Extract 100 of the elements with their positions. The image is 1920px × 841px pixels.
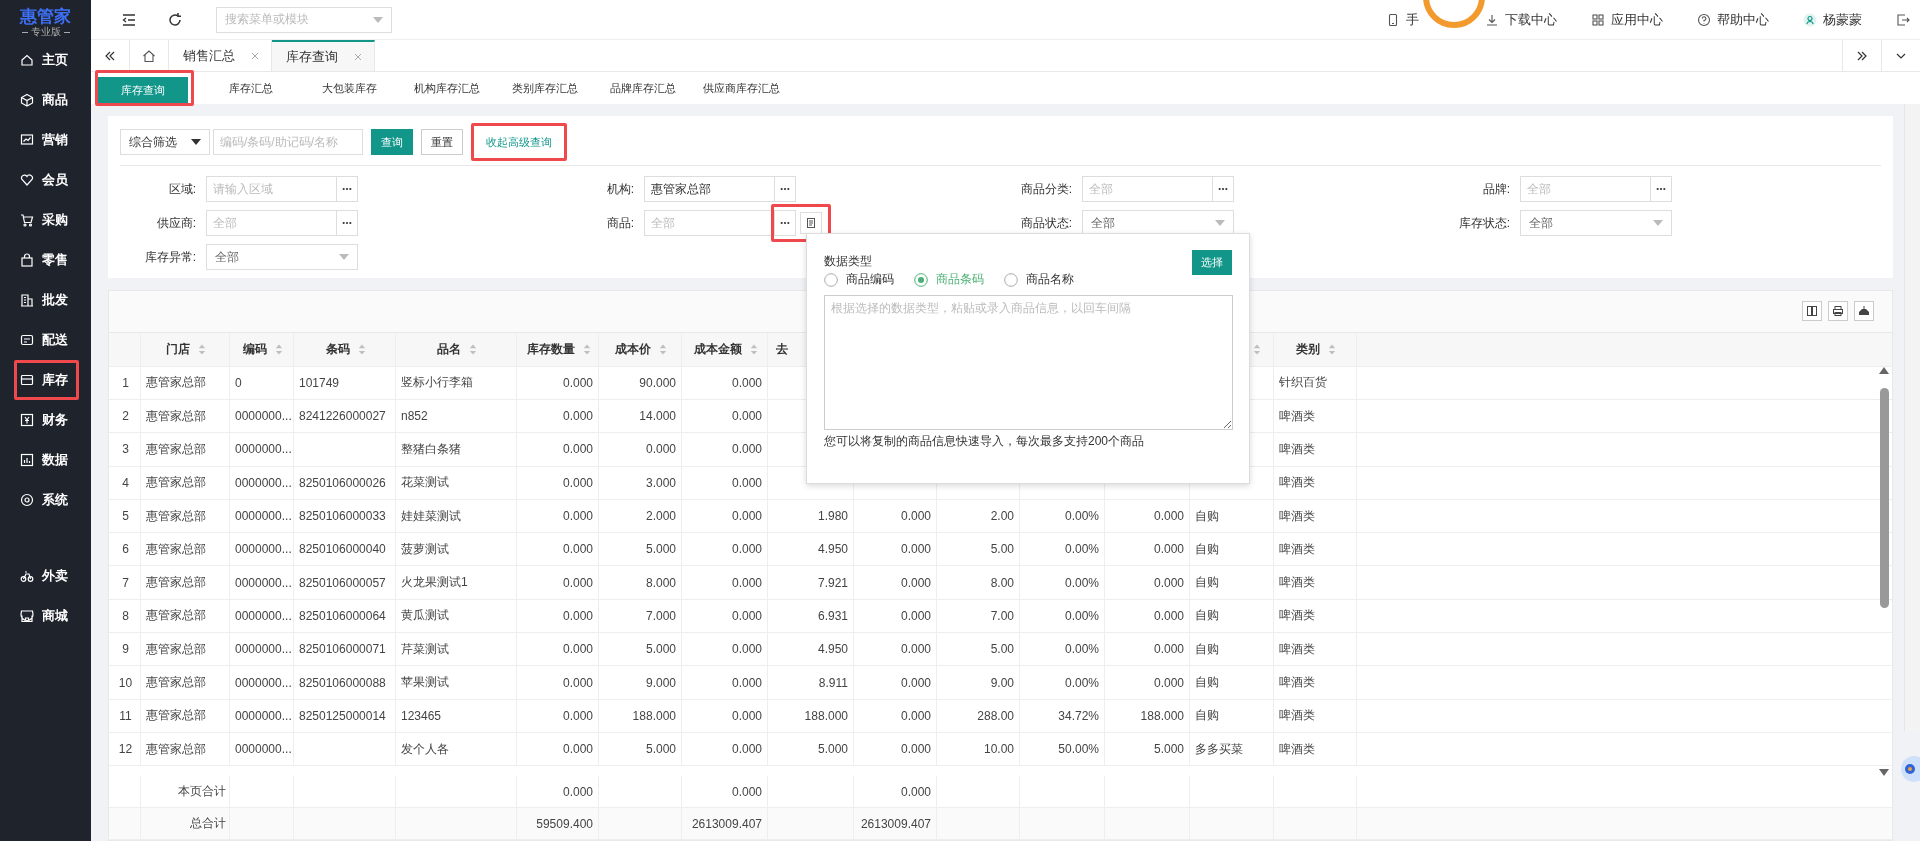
radio-icon[interactable] [914, 272, 928, 287]
sidebar-item[interactable]: 主页 [0, 40, 82, 80]
input-field[interactable]: 全部 [644, 210, 774, 236]
sidebar-item[interactable]: 商城 [0, 596, 82, 636]
column-header[interactable]: 品名 [437, 340, 461, 358]
table-cell: 自购 [1190, 633, 1274, 666]
assistant-icon[interactable] [1900, 755, 1920, 783]
top-link[interactable]: 手 [1386, 10, 1419, 29]
column-header[interactable]: 成本金额 [693, 340, 742, 358]
logout-icon[interactable] [1896, 12, 1910, 27]
radio-icon[interactable] [824, 272, 838, 287]
radio-label[interactable]: 商品名称 [1026, 271, 1074, 288]
arrow-down-icon[interactable] [1879, 769, 1889, 776]
table-cell: 8.911 [768, 666, 854, 699]
more-button[interactable] [774, 176, 796, 202]
subtab[interactable]: 机构库存汇总 [398, 75, 496, 101]
select-field[interactable]: 全部 [1520, 210, 1672, 236]
sidebar-item[interactable]: 配送 [0, 320, 82, 360]
scroll-right-button[interactable] [1842, 40, 1882, 71]
close-icon[interactable] [354, 52, 362, 61]
export-button[interactable] [1854, 301, 1874, 322]
close-icon[interactable] [251, 51, 259, 60]
inbox-icon [20, 373, 34, 387]
print-button[interactable] [1828, 301, 1848, 322]
more-button[interactable] [1212, 176, 1234, 202]
table-cell: 0000000... [230, 699, 294, 732]
collapse-link[interactable]: 收起高级查询 [477, 129, 561, 155]
input-field[interactable]: 全部 [1520, 176, 1650, 202]
radio-label[interactable]: 商品编码 [846, 271, 894, 288]
sort-icon[interactable] [198, 343, 206, 355]
more-button[interactable] [336, 176, 358, 202]
sidebar-item[interactable]: 外卖 [0, 556, 82, 596]
column-header[interactable]: 条码 [325, 340, 350, 358]
arrow-up-icon[interactable] [1879, 366, 1889, 374]
sidebar-item[interactable]: 零售 [0, 240, 82, 280]
columns-button[interactable] [1802, 301, 1822, 322]
column-header[interactable]: 库存数量 [526, 340, 575, 358]
sidebar-item[interactable]: 财务 [0, 400, 82, 440]
table-scrollbar[interactable] [1878, 366, 1890, 776]
field-label: 商品: [605, 214, 635, 232]
more-button[interactable] [336, 210, 358, 236]
sort-icon[interactable] [469, 343, 477, 355]
sidebar-item[interactable]: 营销 [0, 120, 82, 160]
select-button[interactable]: 选择 [1192, 250, 1232, 275]
input-field[interactable]: 请输入区域 [206, 176, 336, 202]
refresh-icon[interactable] [167, 11, 183, 28]
sort-icon[interactable] [749, 343, 758, 355]
table-cell: 8.000 [599, 566, 682, 599]
select-field[interactable]: 全部 [206, 244, 358, 270]
sidebar-item[interactable]: 商品 [0, 80, 82, 120]
sidebar-item[interactable]: 会员 [0, 160, 82, 200]
top-link[interactable]: 帮助中心 [1697, 10, 1769, 29]
more-button[interactable] [1650, 176, 1672, 202]
sidebar-item[interactable]: 批发 [0, 280, 82, 320]
page-tab[interactable]: 库存查询 [272, 40, 375, 71]
sort-icon[interactable] [1253, 343, 1261, 355]
filter-mode-select[interactable]: 综合筛选 [120, 129, 210, 155]
paste-button[interactable] [800, 212, 822, 234]
table-cell: 0.000 [682, 366, 768, 399]
subtab[interactable]: 类别库存汇总 [496, 75, 594, 101]
sidebar-item[interactable]: 采购 [0, 200, 82, 240]
help-icon [1697, 12, 1711, 27]
top-link[interactable]: 应用中心 [1591, 10, 1663, 29]
input-field[interactable]: 惠管家总部 [644, 176, 774, 202]
table-cell: 8250106000033 [294, 499, 396, 533]
total-cell: 2613009.407 [854, 808, 937, 839]
sidebar-item[interactable]: 系统 [0, 480, 82, 520]
sort-icon[interactable] [357, 343, 366, 355]
reset-button[interactable]: 重置 [421, 129, 463, 155]
table-cell: 苹果测试 [396, 666, 517, 699]
paste-textarea[interactable]: 根据选择的数据类型，粘贴或录入商品信息，以回车间隔 [824, 295, 1233, 430]
sidebar-item[interactable]: 库存 [17, 363, 76, 397]
column-header[interactable]: 编码 [242, 340, 267, 358]
subtab[interactable]: 库存汇总 [202, 75, 300, 101]
top-link[interactable]: 下载中心 [1485, 10, 1557, 29]
column-header[interactable]: 门店 [166, 340, 190, 358]
building-icon [20, 293, 34, 307]
query-button[interactable]: 查询 [371, 129, 413, 155]
subtab[interactable]: 品牌库存汇总 [594, 75, 692, 101]
sort-icon[interactable] [582, 343, 591, 355]
logo[interactable]: 惠管家 专业版 [0, 0, 91, 40]
sort-icon[interactable] [274, 343, 283, 355]
menu-fold-icon[interactable] [121, 11, 137, 28]
sort-icon[interactable] [659, 343, 667, 355]
column-header[interactable]: 类别 [1296, 340, 1320, 358]
sort-icon[interactable] [1328, 343, 1336, 355]
search-field[interactable]: 编码/条码/助记码/名称 [213, 129, 363, 155]
subtab[interactable]: 库存查询 [98, 77, 188, 103]
input-field[interactable]: 全部 [206, 210, 336, 236]
sidebar-item[interactable]: 数据 [0, 440, 82, 480]
input-field[interactable]: 全部 [1082, 176, 1212, 202]
table-cell: 0000000... [230, 499, 294, 533]
radio-icon[interactable] [1004, 272, 1018, 287]
table-cell: 啤酒类 [1274, 699, 1357, 732]
top-link[interactable]: 杨蒙蒙 [1803, 10, 1862, 29]
table-cell: 0.000 [517, 466, 599, 499]
column-header[interactable]: 成本价 [615, 340, 651, 358]
column-header[interactable]: 去 [776, 340, 788, 358]
subtab[interactable]: 供应商库存汇总 [692, 75, 790, 101]
subtab[interactable]: 大包装库存 [300, 75, 398, 101]
